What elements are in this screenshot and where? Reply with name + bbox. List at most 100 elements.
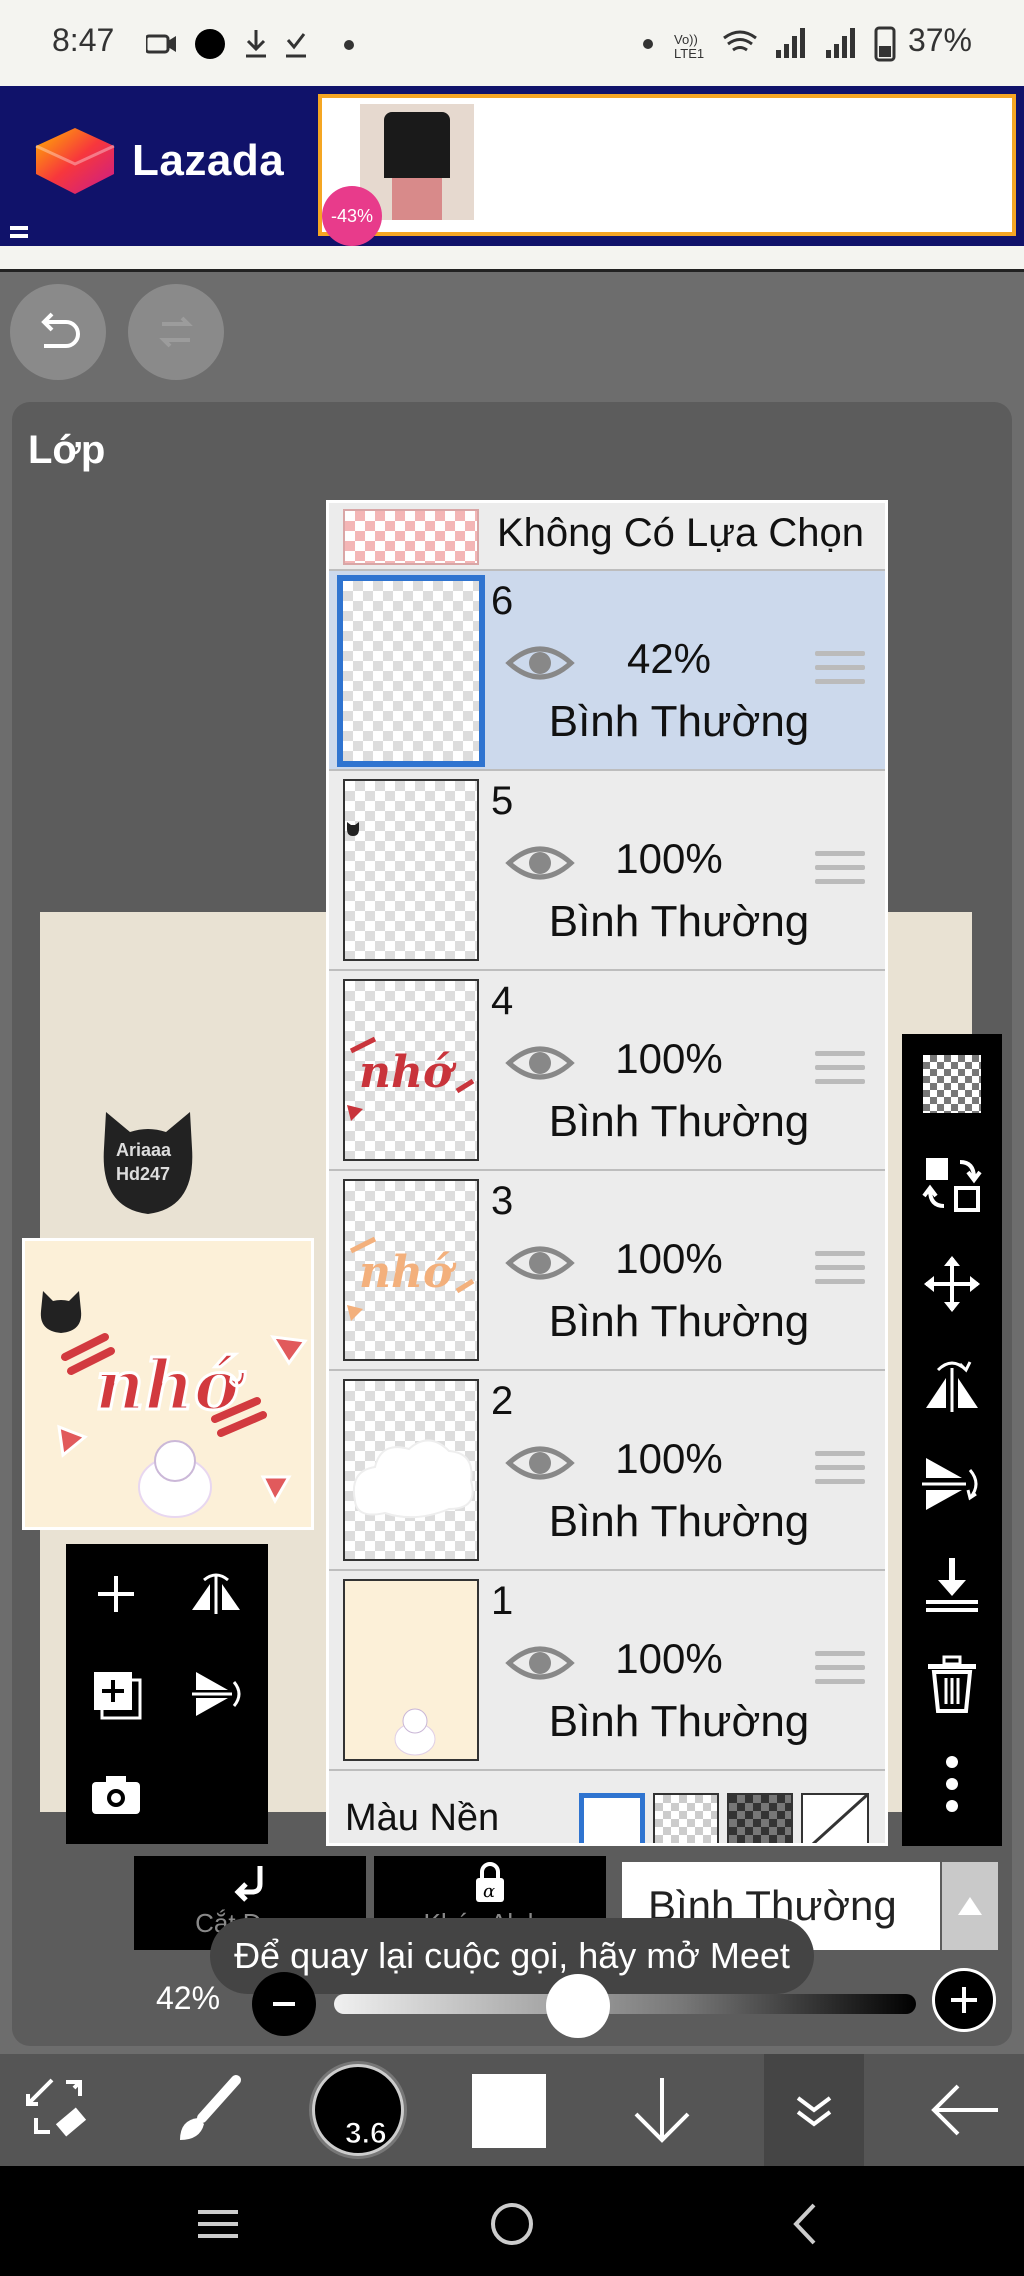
selection-layer-row[interactable]: Không Có Lựa Chọn bbox=[329, 503, 885, 571]
lazada-logo-icon bbox=[35, 128, 115, 194]
more-options-button[interactable] bbox=[902, 1734, 1002, 1834]
ad-brand: Lazada bbox=[132, 136, 285, 185]
opacity-slider-knob[interactable] bbox=[546, 1974, 611, 2038]
status-notification-icons bbox=[146, 29, 306, 59]
eye-icon[interactable] bbox=[505, 1641, 575, 1685]
svg-text:Vo)): Vo)) bbox=[674, 32, 698, 47]
arrow-down-icon bbox=[634, 2078, 690, 2143]
eye-icon[interactable] bbox=[505, 1041, 575, 1085]
brush-size-value: 3.6 bbox=[345, 2117, 388, 2151]
svg-text:α: α bbox=[483, 1881, 495, 1902]
system-back-button[interactable] bbox=[776, 2194, 836, 2254]
move-button[interactable] bbox=[902, 1234, 1002, 1334]
layer-thumbnail: nhớ bbox=[343, 1179, 479, 1361]
brush-size-button[interactable]: 3.6 bbox=[312, 2064, 404, 2156]
bg-dark-checker-swatch[interactable] bbox=[727, 1793, 793, 1843]
flip-horizontal-icon bbox=[192, 1573, 240, 1614]
cat-watermark-icon bbox=[103, 1112, 193, 1214]
drag-handle-icon[interactable] bbox=[815, 1451, 865, 1493]
layer-opacity: 100% bbox=[615, 1235, 723, 1282]
layer-opacity: 100% bbox=[615, 1035, 723, 1082]
bg-light-checker-swatch[interactable] bbox=[653, 1793, 719, 1843]
layer-row-1[interactable]: 1 100% Bình Thường bbox=[329, 1571, 885, 1771]
drag-handle-icon[interactable] bbox=[815, 1651, 865, 1693]
dot-icon bbox=[344, 40, 354, 50]
bg-white-swatch[interactable] bbox=[579, 1793, 645, 1843]
merge-down-button[interactable] bbox=[902, 1534, 1002, 1634]
layer-thumbnail bbox=[343, 1379, 479, 1561]
ad-product-banner[interactable] bbox=[318, 94, 1016, 236]
background-label: Màu Nền bbox=[345, 1797, 500, 1839]
bg-none-swatch[interactable] bbox=[801, 1793, 871, 1846]
camera-button[interactable] bbox=[66, 1744, 166, 1844]
drag-handle-icon[interactable] bbox=[815, 1251, 865, 1293]
recent-apps-button[interactable] bbox=[188, 2194, 248, 2254]
text-art-orange: nhớ bbox=[347, 1236, 475, 1321]
eye-icon[interactable] bbox=[505, 1441, 575, 1485]
flip-vertical-button[interactable] bbox=[902, 1434, 1002, 1534]
clipping-arrow-icon bbox=[234, 1866, 263, 1902]
layer-row-4[interactable]: nhớ 4 100% Bình Thường bbox=[329, 971, 885, 1171]
drag-handle-icon[interactable] bbox=[815, 1051, 865, 1093]
layer-row-5[interactable]: 5 100% Bình Thường bbox=[329, 771, 885, 971]
color-swatch-button[interactable] bbox=[472, 2074, 546, 2148]
home-button[interactable] bbox=[482, 2194, 542, 2254]
eye-icon[interactable] bbox=[505, 1241, 575, 1285]
svg-text:nhớ: nhớ bbox=[359, 1247, 457, 1298]
selection-thumbnail bbox=[343, 509, 479, 565]
layer-row-6[interactable]: 6 42% Bình Thường bbox=[329, 571, 885, 771]
panel-title: Lớp bbox=[28, 428, 106, 472]
swap-layers-button[interactable] bbox=[902, 1134, 1002, 1234]
drag-handle-icon[interactable] bbox=[815, 851, 865, 893]
layer-thumbnail bbox=[343, 1579, 479, 1761]
layer-number: 6 bbox=[491, 579, 514, 623]
ad-divider bbox=[0, 246, 1024, 272]
flip-vertical-layer-button[interactable] bbox=[166, 1644, 266, 1744]
double-chevron-down-icon bbox=[796, 2096, 832, 2127]
blend-mode-dropdown-button[interactable] bbox=[942, 1862, 998, 1950]
watermark-line1: Ariaaa bbox=[116, 1140, 172, 1160]
layer-opacity: 100% bbox=[615, 1435, 723, 1482]
bottom-toolbar: 3.6 bbox=[0, 2054, 1024, 2166]
plus-icon bbox=[98, 1576, 134, 1612]
artwork-preview: nhớ bbox=[40, 1291, 308, 1518]
triangle-up-icon bbox=[958, 1897, 982, 1915]
ad-banner[interactable]: Lazada -43% bbox=[0, 86, 1024, 246]
canvas-preview[interactable]: nhớ bbox=[22, 1238, 314, 1530]
undo-button[interactable] bbox=[10, 284, 106, 380]
duplicate-layer-button[interactable] bbox=[66, 1644, 166, 1744]
move-down-button[interactable] bbox=[618, 2066, 706, 2154]
drag-handle-icon[interactable] bbox=[815, 651, 865, 693]
flip-horizontal-layer-button[interactable] bbox=[166, 1544, 266, 1644]
flip-horizontal-button[interactable] bbox=[902, 1334, 1002, 1434]
eye-icon[interactable] bbox=[505, 841, 575, 885]
camera-icon bbox=[92, 1776, 140, 1814]
add-layer-button[interactable] bbox=[66, 1544, 166, 1644]
transform-tool-button[interactable] bbox=[14, 2066, 102, 2154]
discount-badge: -43% bbox=[322, 186, 382, 246]
flip-horizontal-icon bbox=[926, 1361, 978, 1412]
chevron-left-icon bbox=[793, 2203, 816, 2245]
layers-panel-button[interactable] bbox=[764, 2054, 864, 2166]
opacity-slider[interactable] bbox=[334, 1994, 916, 2014]
svg-text:nhớ: nhớ bbox=[359, 1047, 457, 1098]
cat-mini-icon bbox=[347, 822, 359, 836]
ad-menu-icon bbox=[10, 226, 28, 230]
opacity-increase-button[interactable] bbox=[932, 1968, 996, 2032]
transparency-button[interactable] bbox=[902, 1034, 1002, 1134]
brush-tool-button[interactable] bbox=[164, 2066, 252, 2154]
opacity-decrease-button[interactable] bbox=[252, 1972, 316, 2036]
eye-icon[interactable] bbox=[505, 641, 575, 685]
layer-row-3[interactable]: nhớ 3 100% Bình Thường bbox=[329, 1171, 885, 1371]
plus-icon bbox=[951, 1987, 977, 2013]
layer-number: 3 bbox=[491, 1179, 514, 1223]
redo-button[interactable] bbox=[128, 284, 224, 380]
back-arrow-button[interactable] bbox=[920, 2066, 1008, 2154]
ad-shirt-shape bbox=[384, 112, 450, 178]
delete-layer-button[interactable] bbox=[902, 1634, 1002, 1734]
layer-thumbnail: nhớ bbox=[343, 979, 479, 1161]
layer-number: 1 bbox=[491, 1579, 514, 1623]
redo-icon bbox=[159, 316, 193, 348]
layer-row-2[interactable]: 2 100% Bình Thường bbox=[329, 1371, 885, 1571]
layer-blend-mode: Bình Thường bbox=[548, 1697, 810, 1746]
